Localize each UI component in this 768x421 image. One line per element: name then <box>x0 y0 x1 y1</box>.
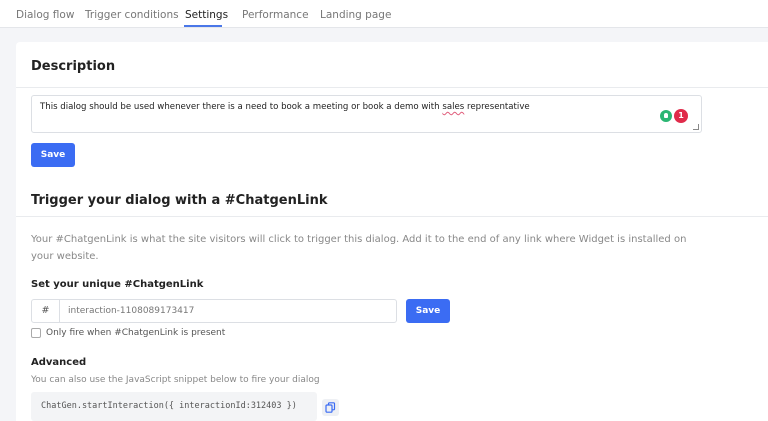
only-fire-checkbox[interactable] <box>31 328 41 338</box>
resize-handle-icon[interactable] <box>693 124 699 130</box>
hash-prefix: # <box>32 300 60 322</box>
trigger-paragraph: Your #ChatgenLink is what the site visit… <box>31 234 687 262</box>
code-snippet-box: ChatGen.startInteraction({ interactionId… <box>31 392 317 421</box>
tab-settings[interactable]: Settings <box>185 9 228 21</box>
advanced-subtext: You can also use the JavaScript snippet … <box>31 375 320 385</box>
description-textarea[interactable]: This dialog should be used whenever ther… <box>31 95 702 133</box>
unique-link-label: Set your unique #ChatgenLink <box>31 279 204 290</box>
description-text: This dialog should be used whenever ther… <box>40 102 530 112</box>
active-tab-indicator <box>184 25 222 27</box>
save-link-button[interactable]: Save <box>406 299 450 323</box>
tab-trigger-conditions[interactable]: Trigger conditions <box>85 9 179 21</box>
copy-icon <box>325 402 336 413</box>
settings-card: Description This dialog should be used w… <box>16 42 768 421</box>
lightbulb-icon[interactable] <box>660 110 672 122</box>
misspelled-word: sales <box>442 102 465 112</box>
code-snippet: ChatGen.startInteraction({ interactionId… <box>41 401 297 411</box>
tab-bar: Dialog flow Trigger conditions Settings … <box>0 0 768 28</box>
trigger-heading: Trigger your dialog with a #ChatgenLink <box>31 193 328 208</box>
chatgen-link-value: interaction-1108089173417 <box>68 306 195 316</box>
description-divider <box>16 87 768 88</box>
copy-snippet-button[interactable] <box>322 399 339 416</box>
only-fire-label: Only fire when #ChatgenLink is present <box>46 328 226 338</box>
trigger-divider <box>16 216 768 217</box>
grammar-badge[interactable]: 1 <box>674 109 688 123</box>
save-description-button[interactable]: Save <box>31 143 75 167</box>
tab-performance[interactable]: Performance <box>242 9 309 21</box>
chatgen-link-input[interactable]: # interaction-1108089173417 <box>31 299 397 323</box>
tab-landing-page[interactable]: Landing page <box>320 9 391 21</box>
description-heading: Description <box>31 59 116 74</box>
advanced-heading: Advanced <box>31 357 87 368</box>
tab-dialog-flow[interactable]: Dialog flow <box>16 9 74 21</box>
